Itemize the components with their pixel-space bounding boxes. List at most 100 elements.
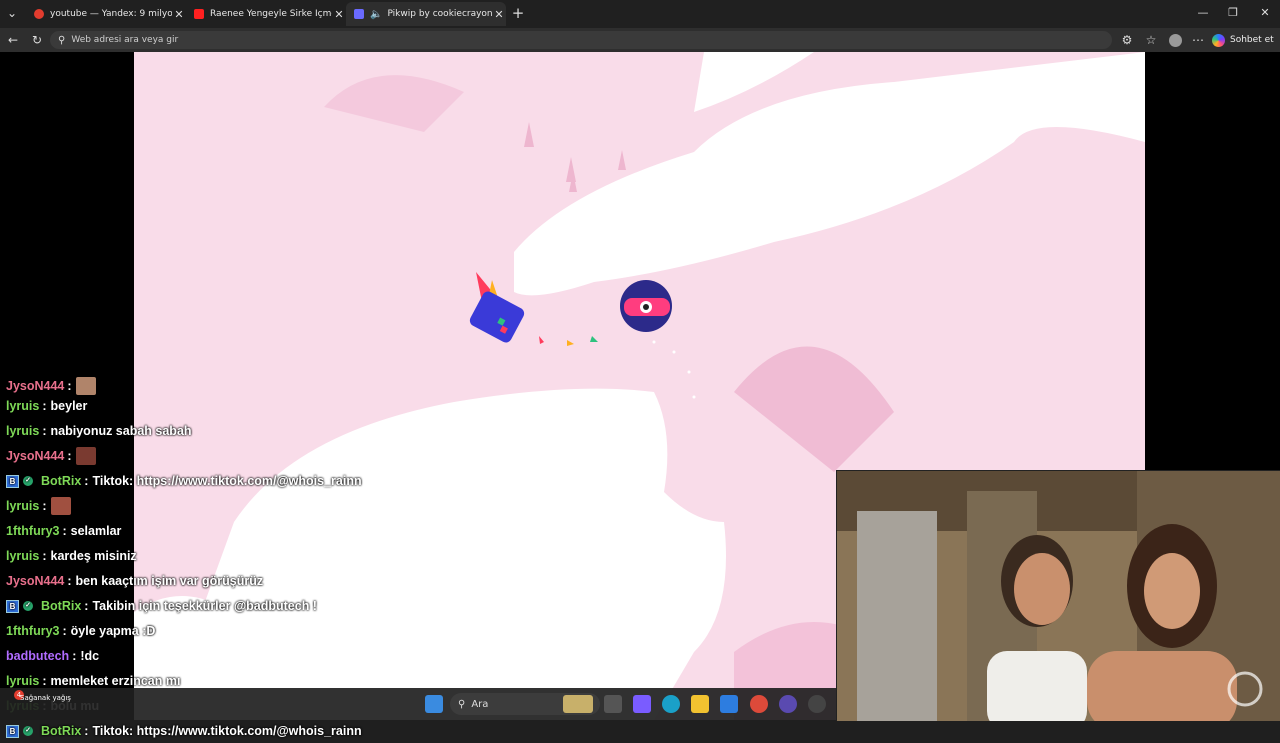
- chat-message: lyruis: nabiyonuz sabah sabah: [6, 419, 192, 443]
- browser-tab-bar: ⌄ youtube — Yandex: 9 milyon sonuç ✕ Rae…: [0, 0, 1280, 28]
- tab-youtube[interactable]: Raenee Yengeyle Sirke İçme Cezası ✕: [186, 2, 346, 26]
- chat-username[interactable]: lyruis: [6, 399, 39, 413]
- windows-taskbar: 4 Sağanak yağış ⚲ Ara: [0, 688, 836, 720]
- copilot-label: Sohbet et: [1230, 35, 1274, 45]
- chat-message: JysoN444:: [6, 444, 96, 468]
- edge-icon[interactable]: [662, 695, 680, 713]
- chat-message: JysoN444: ben kaaçtım işim var görüşürüz: [6, 569, 263, 593]
- enemy-character: [620, 280, 672, 332]
- chat-emote-icon: [75, 377, 96, 395]
- tab-actions-icon[interactable]: ⌄: [4, 5, 20, 21]
- favorites-icon[interactable]: ☆: [1143, 32, 1159, 48]
- chat-username[interactable]: lyruis: [6, 549, 39, 563]
- restore-icon[interactable]: ❐: [1218, 4, 1248, 22]
- tab-title: Pikwip by cookiecrayon: [387, 9, 492, 19]
- browser-nav-bar: ← ↻ ⚲ Web adresi ara veya gir ⚙ ☆ ⋯ Sohb…: [0, 28, 1280, 52]
- bot-badge-icon: B: [6, 474, 19, 488]
- file-explorer-icon[interactable]: [691, 695, 709, 713]
- youtube-icon: [194, 9, 204, 19]
- address-bar[interactable]: ⚲ Web adresi ara veya gir: [50, 31, 1112, 49]
- chat-username[interactable]: lyruis: [6, 499, 39, 513]
- chat-message: B ✓ BotRix: Takibin için teşekkürler @badbu…: [6, 594, 317, 618]
- chat-message: B ✓ BotRix: Tiktok: https://www.tiktok.com/…: [6, 719, 362, 743]
- mail-icon[interactable]: [720, 695, 738, 713]
- chat-emote-icon: [50, 497, 71, 515]
- chat-text: Tiktok: https://www.tiktok.com/@whois_ra…: [92, 724, 362, 738]
- webcam-image: [837, 471, 1280, 721]
- verified-icon: ✓: [23, 726, 33, 736]
- chat-username[interactable]: lyruis: [6, 424, 39, 438]
- chat-message: lyruis:: [6, 494, 71, 518]
- chat-message: 1fthfury3: selamlar: [6, 519, 121, 543]
- chat-message: lyruis: beyler: [6, 394, 87, 418]
- search-placeholder: Ara: [471, 698, 489, 710]
- copilot-button[interactable]: Sohbet et: [1212, 31, 1274, 49]
- widget-image-icon[interactable]: [563, 695, 593, 713]
- weather-label[interactable]: Sağanak yağış: [20, 694, 71, 702]
- chat-separator: :: [84, 599, 89, 613]
- chat-separator: :: [84, 724, 89, 738]
- chat-username[interactable]: 1fthfury3: [6, 524, 59, 538]
- app-icon[interactable]: [779, 695, 797, 713]
- chat-username[interactable]: JysoN444: [6, 379, 64, 393]
- chat-separator: :: [42, 499, 47, 513]
- tab-title: youtube — Yandex: 9 milyon sonuç: [50, 9, 172, 19]
- chat-separator: :: [72, 649, 77, 663]
- chat-separator: :: [67, 574, 72, 588]
- chat-text: Tiktok: https://www.tiktok.com/@whois_ra…: [92, 474, 362, 488]
- chat-username[interactable]: BotRix: [41, 724, 81, 738]
- minimize-icon[interactable]: —: [1188, 4, 1218, 22]
- chat-text: kardeş misiniz: [50, 549, 137, 563]
- chat-separator: :: [84, 474, 89, 488]
- chat-separator: :: [62, 624, 67, 638]
- chat-text: selamlar: [70, 524, 122, 538]
- tab-pikwip[interactable]: 🔈 Pikwip by cookiecrayon ✕: [346, 2, 506, 26]
- more-menu-icon[interactable]: ⋯: [1190, 32, 1206, 48]
- chat-text: öyle yapma :D: [70, 624, 156, 638]
- close-tab-icon[interactable]: ✕: [332, 8, 346, 21]
- chrome-icon[interactable]: [750, 695, 768, 713]
- task-view-icon[interactable]: [604, 695, 622, 713]
- verified-icon: ✓: [23, 601, 33, 611]
- chat-text: nabiyonuz sabah sabah: [50, 424, 192, 438]
- chat-separator: :: [42, 399, 47, 413]
- copilot-app-icon[interactable]: [633, 695, 651, 713]
- chat-separator: :: [42, 674, 47, 688]
- address-placeholder: Web adresi ara veya gir: [71, 35, 179, 45]
- chat-username[interactable]: JysoN444: [6, 449, 64, 463]
- chat-username[interactable]: 1fthfury3: [6, 624, 59, 638]
- chat-emote-icon: [75, 447, 96, 465]
- chat-message: lyruis: kardeş misiniz: [6, 544, 137, 568]
- chat-text: Takibin için teşekkürler @badbutech !: [92, 599, 317, 613]
- extensions-icon[interactable]: ⚙: [1119, 32, 1135, 48]
- chat-text: beyler: [50, 399, 88, 413]
- close-tab-icon[interactable]: ✕: [172, 8, 186, 21]
- refresh-icon[interactable]: ↻: [29, 32, 45, 48]
- chat-username[interactable]: BotRix: [41, 474, 81, 488]
- speaker-icon[interactable]: 🔈: [370, 9, 382, 20]
- copilot-icon: [1212, 33, 1225, 47]
- back-icon[interactable]: ←: [5, 32, 21, 48]
- profile-icon[interactable]: [1167, 32, 1183, 48]
- close-window-icon[interactable]: ✕: [1250, 4, 1280, 22]
- chat-username[interactable]: badbutech: [6, 649, 69, 663]
- bot-badge-icon: B: [6, 599, 19, 613]
- settings-icon[interactable]: [808, 695, 826, 713]
- close-tab-icon[interactable]: ✕: [492, 8, 506, 21]
- chat-text: !dc: [80, 649, 100, 663]
- page-content: JysoN444: lyruis: beyler lyruis: nabiyonuz s…: [0, 52, 1280, 738]
- start-icon[interactable]: [425, 695, 443, 713]
- chat-username[interactable]: lyruis: [6, 674, 39, 688]
- bot-badge-icon: B: [6, 724, 19, 738]
- tab-yandex[interactable]: youtube — Yandex: 9 milyon sonuç ✕: [26, 2, 186, 26]
- new-tab-icon[interactable]: +: [510, 5, 526, 21]
- tab-title: Raenee Yengeyle Sirke İçme Cezası: [210, 9, 332, 19]
- pikwip-icon: [354, 9, 364, 19]
- chat-message: badbutech: !dc: [6, 644, 99, 668]
- search-icon: ⚲: [458, 698, 466, 710]
- chat-text: memleket erzincan mı: [50, 674, 181, 688]
- verified-icon: ✓: [23, 476, 33, 486]
- chat-username[interactable]: JysoN444: [6, 574, 64, 588]
- chat-separator: :: [42, 424, 47, 438]
- chat-username[interactable]: BotRix: [41, 599, 81, 613]
